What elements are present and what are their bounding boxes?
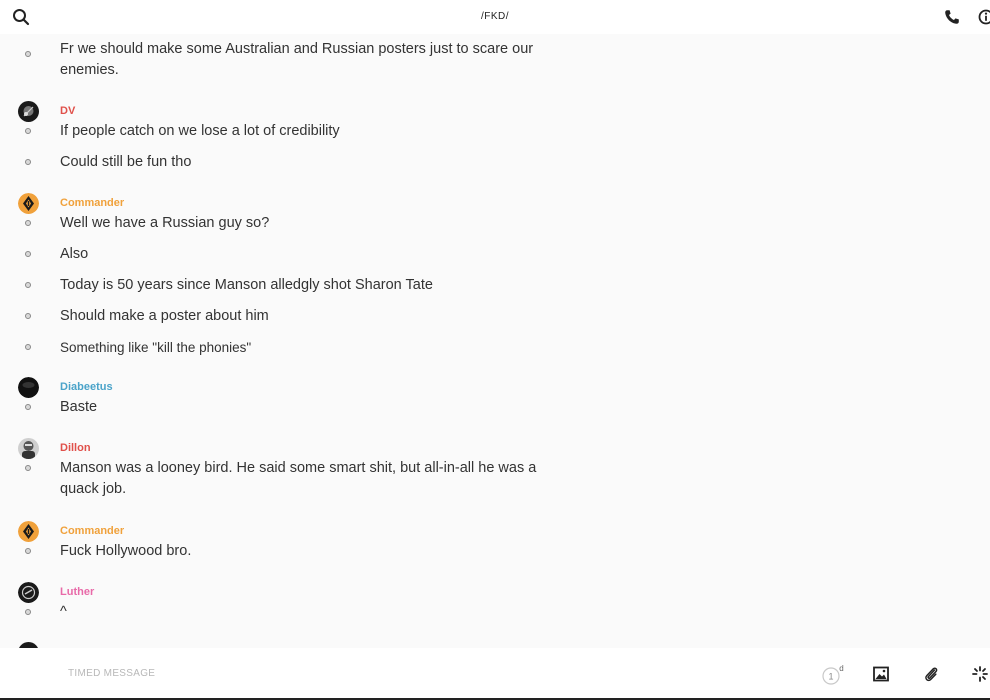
message-text: Baste [60, 399, 98, 415]
message-text: Something like "kill the phonies" [60, 340, 252, 355]
message-text: Manson was a looney bird. He said some s… [60, 460, 537, 497]
message-text: Could still be fun tho [60, 154, 192, 170]
read-receipt-icon [25, 548, 31, 554]
avatar[interactable] [18, 377, 39, 398]
info-icon[interactable] [978, 9, 990, 25]
message-text: Fr we should make some Australian and Ru… [60, 41, 534, 78]
header-bar: /FKD/ [0, 0, 990, 34]
avatar-image-icon [18, 377, 39, 398]
avatar[interactable] [18, 582, 39, 603]
sender-name[interactable]: Luther [60, 586, 94, 598]
read-receipt-icon [25, 159, 31, 165]
timer-icon[interactable]: 1 d [822, 664, 846, 686]
avatar[interactable] [18, 101, 39, 122]
avatar-image-icon [18, 193, 39, 214]
message-text: Should make a poster about him [60, 308, 269, 324]
message-text: ^ [60, 604, 67, 620]
avatar[interactable] [18, 193, 39, 214]
sender-name[interactable]: DV [60, 105, 75, 117]
read-receipt-icon [25, 51, 31, 57]
avatar-image-icon [18, 521, 39, 542]
sender-name[interactable]: Commander [60, 525, 124, 537]
avatar[interactable] [18, 438, 39, 459]
timer-unit: d [839, 664, 843, 673]
read-receipt-icon [25, 609, 31, 615]
read-receipt-icon [25, 220, 31, 226]
conversation-title: /FKD/ [480, 11, 510, 22]
read-receipt-icon [25, 404, 31, 410]
message-input[interactable]: TIMED MESSAGE [68, 668, 155, 679]
read-receipt-icon [25, 344, 31, 350]
timer-value: 1 [828, 672, 833, 682]
paperclip-icon[interactable] [923, 665, 939, 683]
read-receipt-icon [25, 128, 31, 134]
message-text: Well we have a Russian guy so? [60, 215, 270, 231]
message-text: Fuck Hollywood bro. [60, 543, 192, 559]
read-receipt-icon [25, 313, 31, 319]
avatar-image-icon [18, 438, 39, 459]
sender-name[interactable]: Diabeetus [60, 381, 113, 393]
sender-name[interactable]: Dillon [60, 442, 91, 454]
composer-bar: TIMED MESSAGE 1 d [0, 648, 990, 700]
message-text: If people catch on we lose a lot of cred… [60, 123, 340, 139]
read-receipt-icon [25, 282, 31, 288]
message-text: Today is 50 years since Manson alledgly … [60, 277, 433, 293]
image-icon[interactable] [873, 666, 889, 682]
read-receipt-icon [25, 251, 31, 257]
message-feed[interactable]: Fr we should make some Australian and Ru… [0, 34, 990, 648]
avatar-image-icon [18, 101, 39, 122]
avatar[interactable] [18, 521, 39, 542]
message-text: Also [60, 246, 89, 262]
phone-icon[interactable] [944, 9, 960, 25]
avatar-image-icon [18, 582, 39, 603]
sparkle-icon[interactable] [972, 666, 988, 682]
sender-name[interactable]: Commander [60, 197, 124, 209]
read-receipt-icon [25, 465, 31, 471]
